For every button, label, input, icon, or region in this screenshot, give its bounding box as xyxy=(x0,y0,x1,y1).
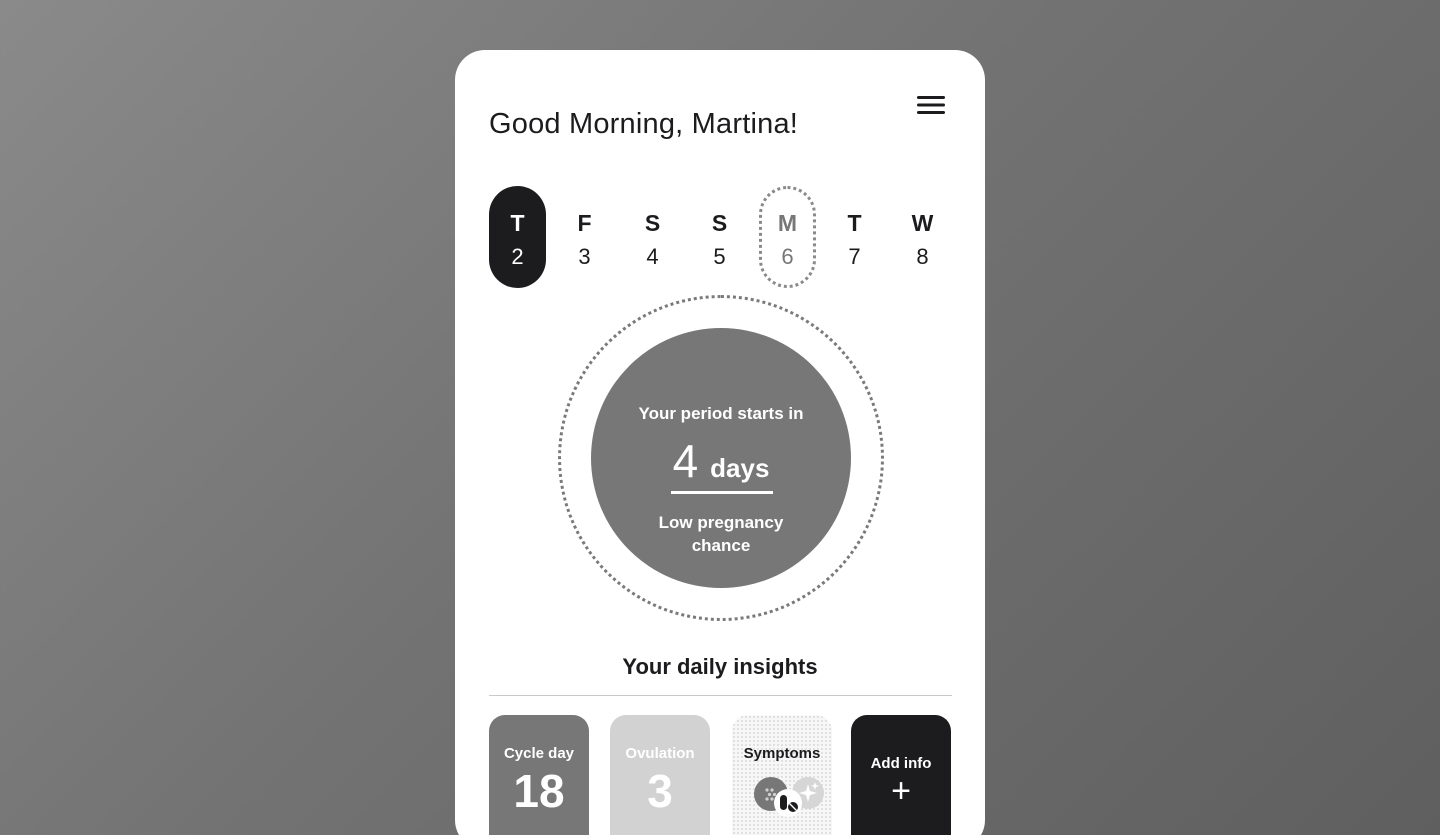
day-item[interactable]: F 3 xyxy=(556,186,613,288)
ovulation-label: Ovulation xyxy=(625,745,695,762)
period-countdown-disc: Your period starts in 4 days Low pregnanc… xyxy=(591,328,851,588)
day-item[interactable]: W 8 xyxy=(894,186,951,288)
day-item[interactable]: S 5 xyxy=(691,186,748,288)
count-underline xyxy=(671,491,773,494)
period-days-unit: days xyxy=(710,453,770,483)
symptom-icons xyxy=(742,772,824,822)
pregnancy-chance: Low pregnancy chance xyxy=(658,513,784,555)
symptoms-card[interactable]: Symptoms xyxy=(732,715,832,835)
day-letter: M xyxy=(777,210,798,236)
pill-icon xyxy=(774,789,802,817)
day-number: 7 xyxy=(848,244,861,269)
day-item[interactable]: S 4 xyxy=(624,186,681,288)
week-strip: T 2 F 3 S 4 S 5 M 6 T 7 W 8 xyxy=(489,186,963,288)
day-number: 5 xyxy=(713,244,726,269)
period-count-row: 4 days xyxy=(591,434,851,488)
day-number: 4 xyxy=(646,244,659,269)
day-number: 8 xyxy=(916,244,929,269)
day-letter: S xyxy=(644,210,661,236)
day-number: 3 xyxy=(578,244,591,269)
cycle-day-label: Cycle day xyxy=(503,745,575,762)
cycle-day-card[interactable]: Cycle day 18 xyxy=(489,715,589,835)
add-info-button[interactable]: Add info + xyxy=(851,715,951,835)
day-letter: F xyxy=(577,210,592,236)
period-prefix: Your period starts in xyxy=(638,404,804,423)
day-letter: W xyxy=(911,210,934,236)
plus-icon: + xyxy=(891,772,911,810)
ovulation-card[interactable]: Ovulation 3 xyxy=(610,715,710,835)
day-item-today[interactable]: M 6 xyxy=(759,186,816,288)
greeting-title: Good Morning, Martina! xyxy=(489,108,799,140)
insights-title: Your daily insights xyxy=(622,654,818,679)
menu-button[interactable] xyxy=(917,92,951,118)
period-days-count: 4 xyxy=(672,435,699,487)
day-item[interactable]: T 7 xyxy=(826,186,883,288)
cycle-day-value: 18 xyxy=(513,765,565,817)
add-info-label: Add info xyxy=(870,755,932,772)
app-card: Good Morning, Martina! T 2 F 3 S 4 S 5 M… xyxy=(455,50,985,835)
insights-divider xyxy=(489,695,952,696)
symptoms-label: Symptoms xyxy=(743,745,821,762)
day-letter: T xyxy=(847,210,862,236)
ovulation-value: 3 xyxy=(647,765,673,817)
day-number: 6 xyxy=(781,244,794,269)
day-letter: T xyxy=(510,210,525,236)
hamburger-menu-icon xyxy=(917,96,945,114)
day-item[interactable]: T 2 xyxy=(489,186,546,288)
day-number: 2 xyxy=(511,244,524,269)
day-letter: S xyxy=(711,210,728,236)
